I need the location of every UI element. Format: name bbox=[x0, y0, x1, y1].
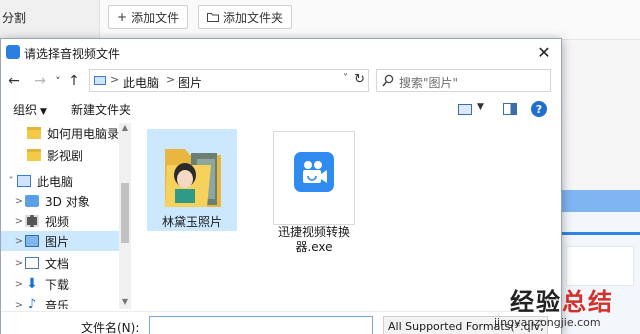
tree-item-pictures[interactable]: > 图片 bbox=[1, 231, 119, 251]
dialog-title: 请选择音视频文件 bbox=[24, 47, 121, 61]
folder-icon bbox=[27, 149, 41, 161]
organize-menu[interactable]: 组织 ▼ bbox=[13, 101, 47, 118]
breadcrumb-pictures[interactable]: 图片 bbox=[178, 74, 202, 91]
search-icon bbox=[382, 74, 394, 87]
photo-folder-icon bbox=[165, 149, 221, 207]
expand-arrow-icon[interactable]: > bbox=[13, 236, 25, 247]
tree-item-3d-objects[interactable]: > 3D 对象 bbox=[1, 191, 119, 211]
scroll-down-arrow-icon[interactable]: ▼ bbox=[119, 297, 131, 309]
add-file-label: 添加文件 bbox=[131, 10, 180, 25]
navigation-scrollbar[interactable]: ▲ ▼ bbox=[119, 123, 131, 309]
organize-label: 组织 bbox=[13, 103, 38, 117]
background-card bbox=[566, 246, 634, 286]
filename-input[interactable] bbox=[149, 316, 373, 334]
video-converter-icon bbox=[294, 152, 334, 192]
collapse-arrow-icon[interactable]: ˅ bbox=[5, 176, 17, 187]
tree-item-record-folder[interactable]: 如何用电脑录音: bbox=[1, 123, 119, 143]
computer-icon bbox=[94, 76, 106, 85]
video-icon bbox=[25, 215, 39, 227]
tree-item-documents[interactable]: > 文档 bbox=[1, 253, 119, 273]
folder-outline-icon bbox=[207, 13, 219, 22]
downloads-icon: ⬇ bbox=[26, 276, 38, 292]
split-label[interactable]: 分割 bbox=[2, 9, 26, 26]
app-cloud-icon bbox=[6, 45, 20, 59]
tree-item-label: 影视剧 bbox=[47, 148, 84, 163]
dialog-footer: 文件名(N): All Supported Formats(*.qlv; ˅ bbox=[1, 311, 561, 334]
expand-arrow-icon[interactable]: > bbox=[13, 300, 25, 310]
tree-item-music[interactable]: > ♪ 音乐 bbox=[1, 295, 119, 309]
tree-item-label: 3D 对象 bbox=[45, 194, 90, 209]
tree-item-label: 如何用电脑录音: bbox=[47, 126, 119, 141]
add-file-button[interactable]: + 添加文件 bbox=[108, 5, 189, 29]
scrollbar-thumb[interactable] bbox=[121, 183, 129, 243]
open-file-dialog: 请选择音视频文件 ✕ ← → ˅ ↑ > 此电脑 > 图片 ˅ ↻ 搜索"图片"… bbox=[0, 38, 562, 334]
view-options-icon[interactable] bbox=[458, 104, 472, 115]
preview-pane-icon[interactable] bbox=[503, 103, 517, 115]
tree-item-downloads[interactable]: > ⬇ 下载 bbox=[1, 274, 119, 294]
file-item-label: 林黛玉照片 bbox=[161, 215, 222, 229]
add-folder-label: 添加文件夹 bbox=[223, 10, 284, 25]
tree-item-label: 下载 bbox=[45, 277, 70, 292]
breadcrumb-this-pc[interactable]: 此电脑 bbox=[123, 74, 159, 91]
help-icon[interactable]: ? bbox=[531, 101, 547, 117]
forward-button[interactable]: → bbox=[31, 71, 49, 91]
computer-icon bbox=[17, 175, 31, 187]
tree-item-label: 视频 bbox=[45, 214, 70, 229]
watermark-title-part2: 总结 bbox=[562, 287, 614, 316]
scroll-up-arrow-icon[interactable]: ▲ bbox=[119, 123, 131, 135]
navigation-bar: ← → ˅ ↑ > 此电脑 > 图片 ˅ ↻ 搜索"图片" bbox=[1, 67, 561, 95]
address-bar[interactable]: > 此电脑 > 图片 ˅ ↻ bbox=[89, 69, 369, 92]
back-button[interactable]: ← bbox=[5, 71, 23, 91]
watermark: 经验总结 jingyanzongjie.com bbox=[482, 282, 640, 334]
music-icon: ♪ bbox=[27, 297, 37, 309]
tree-item-this-pc[interactable]: ˅ 此电脑 bbox=[1, 171, 119, 191]
tree-item-label: 音乐 bbox=[45, 298, 70, 310]
tree-item-label: 此电脑 bbox=[37, 174, 74, 189]
file-item-label: 迅捷视频转换器.exe bbox=[277, 225, 350, 254]
tree-item-label: 文档 bbox=[45, 256, 70, 271]
folder-icon bbox=[27, 127, 41, 139]
refresh-button[interactable]: ↻ bbox=[354, 72, 365, 87]
search-box[interactable]: 搜索"图片" bbox=[376, 69, 551, 92]
up-button[interactable]: ↑ bbox=[65, 71, 83, 91]
plus-icon: + bbox=[117, 10, 128, 24]
watermark-title: 经验总结 bbox=[510, 282, 614, 317]
filename-label: 文件名(N): bbox=[81, 321, 140, 334]
3d-objects-icon bbox=[25, 195, 39, 207]
close-button[interactable]: ✕ bbox=[531, 41, 557, 63]
background-blue-bar bbox=[560, 190, 640, 212]
documents-icon bbox=[25, 257, 39, 269]
address-dropdown-button[interactable]: ˅ bbox=[343, 73, 348, 84]
background-blue-line bbox=[560, 232, 640, 235]
background-toolbar: + 添加文件 添加文件夹 bbox=[100, 0, 640, 40]
pictures-icon bbox=[25, 235, 39, 247]
view-options-caret-icon[interactable]: ▼ bbox=[477, 102, 484, 112]
background-sidebar: 分割 bbox=[0, 0, 100, 40]
caret-down-icon: ▼ bbox=[40, 107, 47, 117]
tree-item-tv-series[interactable]: 影视剧 bbox=[1, 145, 119, 165]
expand-arrow-icon[interactable]: > bbox=[13, 279, 25, 290]
watermark-title-part1: 经验 bbox=[510, 287, 562, 316]
expand-arrow-icon[interactable]: > bbox=[13, 196, 25, 207]
watermark-url: jingyanzongjie.com bbox=[494, 316, 601, 329]
tree-item-videos[interactable]: > 视频 bbox=[1, 211, 119, 231]
file-item-exe[interactable]: 迅捷视频转换器.exe bbox=[266, 129, 362, 254]
new-folder-button[interactable]: 新建文件夹 bbox=[71, 101, 131, 118]
search-placeholder: 搜索"图片" bbox=[399, 76, 459, 90]
dialog-titlebar[interactable]: 请选择音视频文件 ✕ bbox=[1, 39, 561, 65]
file-item-folder[interactable]: 林黛玉照片 bbox=[147, 129, 237, 231]
command-bar: 组织 ▼ 新建文件夹 ▼ ? bbox=[1, 97, 561, 121]
add-folder-button[interactable]: 添加文件夹 bbox=[198, 5, 293, 29]
expand-arrow-icon[interactable]: > bbox=[13, 258, 25, 269]
expand-arrow-icon[interactable]: > bbox=[13, 216, 25, 227]
breadcrumb-separator[interactable]: > bbox=[166, 73, 175, 86]
exe-thumbnail bbox=[273, 131, 355, 225]
navigation-pane: 如何用电脑录音: 影视剧 ˅ 此电脑 > 3D 对象 > 视频 > 图片 > bbox=[1, 123, 131, 309]
tree-item-label: 图片 bbox=[45, 234, 70, 249]
breadcrumb-separator[interactable]: > bbox=[110, 73, 119, 86]
